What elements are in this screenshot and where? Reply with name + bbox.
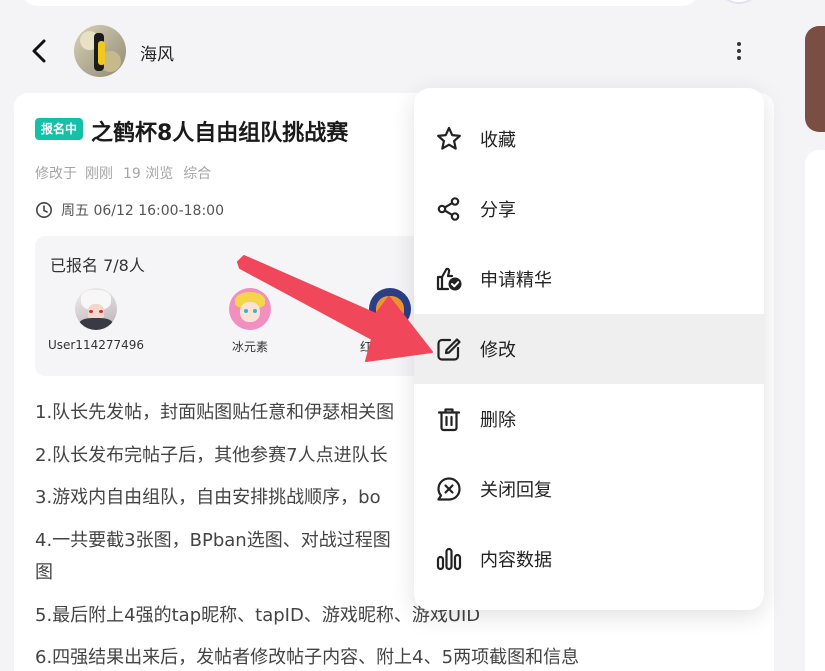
side-panel — [805, 150, 825, 671]
star-icon — [434, 124, 464, 154]
event-schedule: 周五 06/12 16:00-18:00 — [35, 200, 224, 220]
trash-icon — [434, 404, 464, 434]
menu-item-delete[interactable]: 删除 — [414, 384, 764, 454]
menu-item-label: 收藏 — [480, 130, 516, 151]
status-badge: 报名中 — [35, 118, 84, 140]
body-line: 2.队长发布完帖子后，其他参赛7人点进队长 — [35, 445, 388, 466]
more-dots-icon — [737, 42, 741, 46]
view-count: 19 浏览 — [123, 166, 174, 182]
category-tag[interactable]: 综合 — [183, 163, 211, 183]
post-meta: 修改于 刚刚 19 浏览 综合 — [35, 163, 211, 183]
body-line: 图 — [35, 562, 53, 583]
member-avatar — [369, 288, 411, 330]
close-comment-icon — [434, 474, 464, 504]
edit-icon — [434, 334, 464, 364]
body-line: 6.四强结果出来后，发帖者修改帖子内容、附上4、5两项截图和信息 — [35, 647, 580, 668]
post-title: 之鹤杯8人自由组队挑战赛 — [91, 121, 349, 146]
member-item[interactable]: User114277496 — [35, 288, 161, 352]
member-item[interactable]: 冰元素 — [185, 288, 315, 355]
top-bar-remnant — [20, 0, 700, 6]
body-line: 5.最后附上4强的tap昵称、tapID、游戏昵称、游戏UID — [35, 605, 481, 626]
menu-item-label: 内容数据 — [480, 550, 552, 571]
menu-item-favorite[interactable]: 收藏 — [414, 104, 764, 174]
share-icon — [434, 194, 464, 224]
signup-count: 已报名 7/8人 — [50, 256, 145, 275]
edited-prefix: 修改于 — [35, 166, 77, 182]
bar-chart-icon — [434, 544, 464, 574]
menu-item-label: 申请精华 — [480, 270, 552, 291]
menu-item-content-stats[interactable]: 内容数据 — [414, 524, 764, 594]
body-line: 4.一共要截3张图，BPban选图、对战过程图 — [35, 530, 391, 551]
menu-item-label: 关闭回复 — [480, 480, 552, 501]
more-options-menu: 收藏 分享 申请精华 修改 删除 关闭回复 内容数据 — [414, 88, 764, 610]
menu-item-label: 删除 — [480, 410, 516, 431]
back-button[interactable] — [26, 36, 52, 66]
schedule-text: 周五 06/12 16:00-18:00 — [61, 203, 224, 219]
member-avatar — [75, 288, 117, 330]
member-avatar — [229, 288, 271, 330]
side-panel-image — [805, 26, 825, 132]
menu-item-close-replies[interactable]: 关闭回复 — [414, 454, 764, 524]
menu-item-label: 修改 — [480, 340, 516, 361]
menu-item-edit[interactable]: 修改 — [414, 314, 764, 384]
signup-panel: 已报名 7/8人 User114277496 冰元素 红红小奶猫 — [35, 236, 435, 376]
body-line: 1.队长先发帖，封面贴图贴任意和伊瑟相关图 — [35, 402, 395, 423]
member-name: User114277496 — [47, 338, 145, 352]
top-avatar-remnant — [722, 0, 756, 4]
clock-icon — [36, 202, 52, 218]
author-avatar[interactable] — [74, 25, 126, 77]
menu-item-label: 分享 — [480, 200, 516, 221]
body-line: 3.游戏内自由组队，自由安排挑战顺序，bo — [35, 487, 381, 508]
member-name: 冰元素 — [231, 340, 268, 354]
thumbs-up-badge-icon — [434, 264, 464, 294]
chevron-left-icon — [32, 39, 46, 63]
menu-item-apply-featured[interactable]: 申请精华 — [414, 244, 764, 314]
edited-time: 刚刚 — [85, 166, 113, 182]
more-options-button[interactable] — [728, 38, 750, 64]
menu-item-share[interactable]: 分享 — [414, 174, 764, 244]
author-name[interactable]: 海风 — [140, 40, 174, 65]
